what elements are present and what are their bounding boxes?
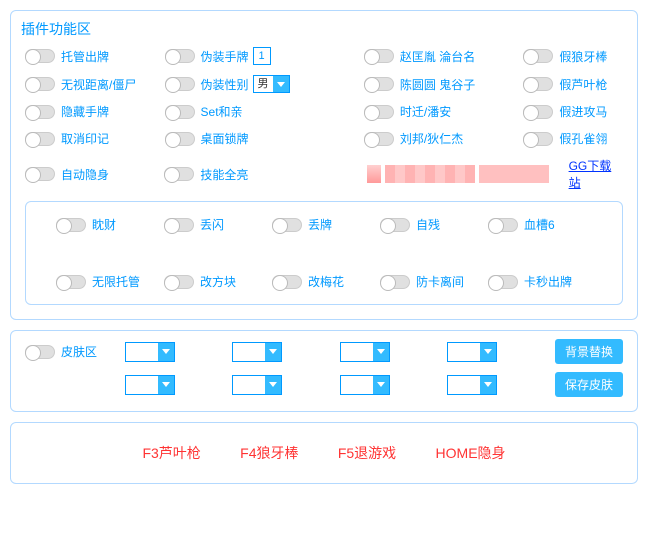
label: 陈圆圆 鬼谷子 [400,76,475,93]
chevron-down-icon [480,376,496,394]
toggle-quxiao[interactable] [25,132,55,146]
toggle-gaimeihua[interactable] [272,275,302,289]
toggle-yincang[interactable] [25,105,55,119]
label: 伪装手牌 [201,48,249,65]
label: 自动隐身 [61,166,109,183]
label: 托管出牌 [61,48,109,65]
toggle-chenyuanyuan[interactable] [364,77,394,91]
chevron-down-icon [265,343,281,361]
skin-select-7[interactable] [340,375,390,395]
label: 取消印记 [61,130,109,147]
toggle-jineng[interactable] [164,167,194,181]
plugin-area-title: 插件功能区 [21,19,623,39]
hotkey-f3: F3芦叶枪 [142,443,200,463]
label: 假芦叶枪 [559,76,607,93]
hotkey-f5: F5退游戏 [338,443,396,463]
toggle-diushan[interactable] [164,218,194,232]
toggle-zhaokuangyin[interactable] [364,49,394,63]
toggle-zhuomian[interactable] [165,132,195,146]
toggle-weizhuang-shoupai[interactable] [165,49,195,63]
select-gender[interactable]: 男 [253,75,290,93]
label: 刘邦/狄仁杰 [400,130,463,147]
toggle-liubang[interactable] [364,132,394,146]
skin-label: 皮肤区 [61,343,97,360]
label: 技能全亮 [200,166,248,183]
bg-replace-button[interactable]: 背景替换 [555,339,623,364]
chevron-down-icon [273,76,289,92]
inner-panel: 眈财 丢闪 丢牌 自残 血槽6 无限托管 改方块 改梅花 防卡离间 卡秒出牌 [25,201,623,305]
row-2: 隐藏手牌 Set和亲 时迁/潘安 假进攻马 [25,103,623,120]
row-0: 托管出牌 伪装手牌1 赵匡胤 淪台名 假狼牙棒 [25,47,623,65]
label: 桌面锁牌 [201,130,249,147]
label: 赵匡胤 淪台名 [400,48,475,65]
toggle-dancai[interactable] [56,218,86,232]
label: 时迁/潘安 [400,103,451,120]
label: 无视距离/僵尸 [61,76,136,93]
toggle-wuxian[interactable] [56,275,86,289]
hotkey-panel: F3芦叶枪 F4狼牙棒 F5退游戏 HOME隐身 [10,422,638,484]
inner-row-2: 无限托管 改方块 改梅花 防卡离间 卡秒出牌 [36,273,612,290]
toggle-jialuye[interactable] [523,77,553,91]
toggle-jiakongque[interactable] [523,132,553,146]
toggle-wushi[interactable] [25,77,55,91]
censored-area [385,165,475,183]
toggle-shiqian[interactable] [364,105,394,119]
skin-select-4[interactable] [447,342,497,362]
chevron-down-icon [158,343,174,361]
label: 假进攻马 [559,103,607,120]
toggle-fangka[interactable] [380,275,410,289]
toggle-setheqin[interactable] [165,105,195,119]
row-1: 无视距离/僵尸 伪装性别 男 陈圆圆 鬼谷子 假芦叶枪 [25,75,623,93]
label: 伪装性别 [201,76,249,93]
numbox-hand[interactable]: 1 [253,47,271,65]
censored-area [479,165,549,183]
toggle-kamiao[interactable] [488,275,518,289]
skin-select-5[interactable] [125,375,175,395]
skin-select-2[interactable] [232,342,282,362]
toggle-weizhuang-xingbie[interactable] [165,77,195,91]
toggle-jialangyabang[interactable] [523,49,553,63]
toggle-zidong[interactable] [25,167,55,181]
toggle-zican[interactable] [380,218,410,232]
save-skin-button[interactable]: 保存皮肤 [555,372,623,397]
toggle-gaifangkuai[interactable] [164,275,194,289]
toggle-jiajingong[interactable] [523,105,553,119]
chevron-down-icon [373,376,389,394]
skin-select-6[interactable] [232,375,282,395]
toggle-tuoguan[interactable] [25,49,55,63]
chevron-down-icon [265,376,281,394]
label: Set和亲 [201,103,243,120]
chevron-down-icon [158,376,174,394]
toggle-skin[interactable] [25,345,55,359]
toggle-diupai[interactable] [272,218,302,232]
inner-row-1: 眈财 丢闪 丢牌 自残 血槽6 [36,216,612,233]
plugin-area-panel: 插件功能区 托管出牌 伪装手牌1 赵匡胤 淪台名 假狼牙棒 无视距离/僵尸 伪装… [10,10,638,320]
chevron-down-icon [373,343,389,361]
label: 假孔雀翎 [559,130,607,147]
censored-area [367,165,381,183]
label: 假狼牙棒 [559,48,607,65]
row-3: 取消印记 桌面锁牌 刘邦/狄仁杰 假孔雀翎 [25,130,623,147]
toggle-xuecao[interactable] [488,218,518,232]
gg-download-link[interactable]: GG下载站 [569,157,623,191]
skin-select-8[interactable] [447,375,497,395]
row-4: 自动隐身 技能全亮 GG下载站 [25,157,623,191]
skin-select-1[interactable] [125,342,175,362]
chevron-down-icon [480,343,496,361]
skin-select-3[interactable] [340,342,390,362]
hotkey-home: HOME隐身 [436,443,506,463]
label: 隐藏手牌 [61,103,109,120]
skin-area-panel: 皮肤区 背景替换 保存皮肤 [10,330,638,412]
hotkey-f4: F4狼牙棒 [240,443,298,463]
